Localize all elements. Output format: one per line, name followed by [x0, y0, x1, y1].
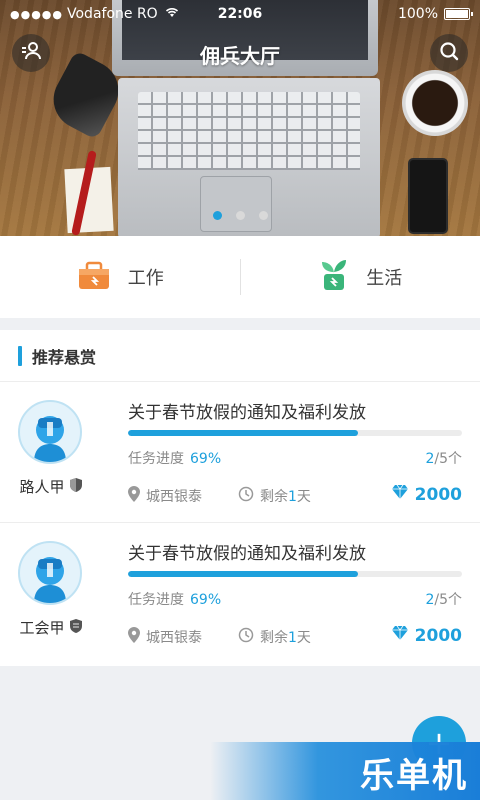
wifi-icon: [164, 6, 180, 22]
category-label: 生活: [366, 268, 403, 289]
slots-count: 2/5个: [425, 448, 462, 468]
slots-total: /5个: [434, 451, 462, 467]
username-text: 工会甲: [19, 619, 65, 637]
reward-amount: 2000: [414, 625, 462, 646]
reward-amount: 2000: [414, 484, 462, 505]
reward: 2000: [391, 484, 462, 505]
category-bar: 工作 生活: [0, 236, 480, 318]
progress-label-text: 任务进度: [128, 451, 184, 467]
pager-dot[interactable]: [258, 211, 268, 220]
task-card[interactable]: 路人甲 关于春节放假的通知及福利发放 任务进度 69% 2/5个 城西银泰 剩余1…: [0, 382, 480, 523]
username: 路人甲: [18, 476, 84, 497]
category-life[interactable]: 生活: [241, 258, 480, 297]
username: 工会甲: [18, 617, 84, 638]
progress-percent: 69%: [190, 592, 222, 608]
avatar[interactable]: [18, 541, 82, 605]
section-title: 推荐悬赏: [32, 347, 97, 367]
status-bar: ●●●●● Vodafone RO 22:06 100%: [0, 0, 480, 28]
plant-sprout-icon: [318, 258, 350, 297]
user-block[interactable]: 工会甲: [18, 541, 84, 638]
slots-total: /5个: [434, 592, 462, 608]
signal-strength: ●●●●●: [10, 7, 63, 21]
location-text: 城西银泰: [146, 630, 202, 646]
progress-label-text: 任务进度: [128, 592, 184, 608]
section-header: 推荐悬赏: [0, 330, 480, 382]
progress-bar: [128, 430, 462, 436]
diamond-icon: [391, 484, 409, 505]
recommended-section: 推荐悬赏 路人甲 关于春节放假的通知及福利发放 任务进度 69% 2/5个 城西银…: [0, 330, 480, 666]
progress-bar: [128, 571, 462, 577]
battery-icon: [444, 8, 473, 20]
trackpad-image: [200, 176, 272, 232]
search-icon: [438, 40, 460, 66]
remain-days: 1: [288, 489, 297, 505]
location: 城西银泰: [128, 486, 202, 506]
coffee-mug-image: [402, 70, 468, 136]
work-toolbox-icon: [76, 259, 112, 296]
avatar[interactable]: [18, 400, 82, 464]
search-button[interactable]: [430, 34, 468, 72]
guild-shield-icon: [69, 618, 83, 638]
clock-icon: [238, 627, 254, 647]
location-pin-icon: [128, 486, 140, 506]
username-text: 路人甲: [19, 478, 65, 496]
diamond-icon: [391, 625, 409, 646]
location-text: 城西银泰: [146, 489, 202, 505]
remain-suffix: 天: [296, 630, 311, 646]
remain-prefix: 剩余: [260, 630, 288, 646]
slots-count: 2/5个: [425, 589, 462, 609]
carrier-name: Vodafone RO: [67, 6, 158, 22]
page-title: 佣兵大厅: [200, 44, 280, 68]
time-remaining: 剩余1天: [238, 627, 311, 647]
user-block[interactable]: 路人甲: [18, 400, 84, 497]
clock-icon: [238, 486, 254, 506]
task-title: 关于春节放假的通知及福利发放: [128, 544, 366, 564]
watermark-logo: 乐单机: [360, 756, 468, 796]
task-title: 关于春节放假的通知及福利发放: [128, 403, 366, 423]
location-pin-icon: [128, 627, 140, 647]
reward: 2000: [391, 625, 462, 646]
category-label: 工作: [127, 268, 164, 289]
progress-fill: [128, 430, 359, 436]
task-card[interactable]: 工会甲 关于春节放假的通知及福利发放 任务进度 69% 2/5个 城西银泰 剩余1…: [0, 523, 480, 664]
category-work[interactable]: 工作: [0, 259, 240, 296]
pager-dot[interactable]: [212, 211, 222, 220]
remain-days: 1: [288, 630, 297, 646]
keyboard-image: [138, 92, 360, 170]
progress-label: 任务进度 69%: [128, 589, 221, 609]
progress-fill: [128, 571, 359, 577]
pager-dot[interactable]: [235, 211, 245, 220]
progress-label: 任务进度 69%: [128, 448, 221, 468]
hero-banner[interactable]: [0, 0, 480, 236]
time-remaining: 剩余1天: [238, 486, 311, 506]
section-accent-bar: [18, 345, 22, 366]
battery-percent: 100%: [397, 6, 438, 22]
remain-prefix: 剩余: [260, 489, 288, 505]
shield-badge-icon: [69, 477, 83, 497]
phone-image: [408, 158, 448, 234]
progress-percent: 69%: [190, 451, 222, 467]
banner-pager[interactable]: [0, 211, 480, 220]
remain-suffix: 天: [296, 489, 311, 505]
location: 城西银泰: [128, 627, 202, 647]
